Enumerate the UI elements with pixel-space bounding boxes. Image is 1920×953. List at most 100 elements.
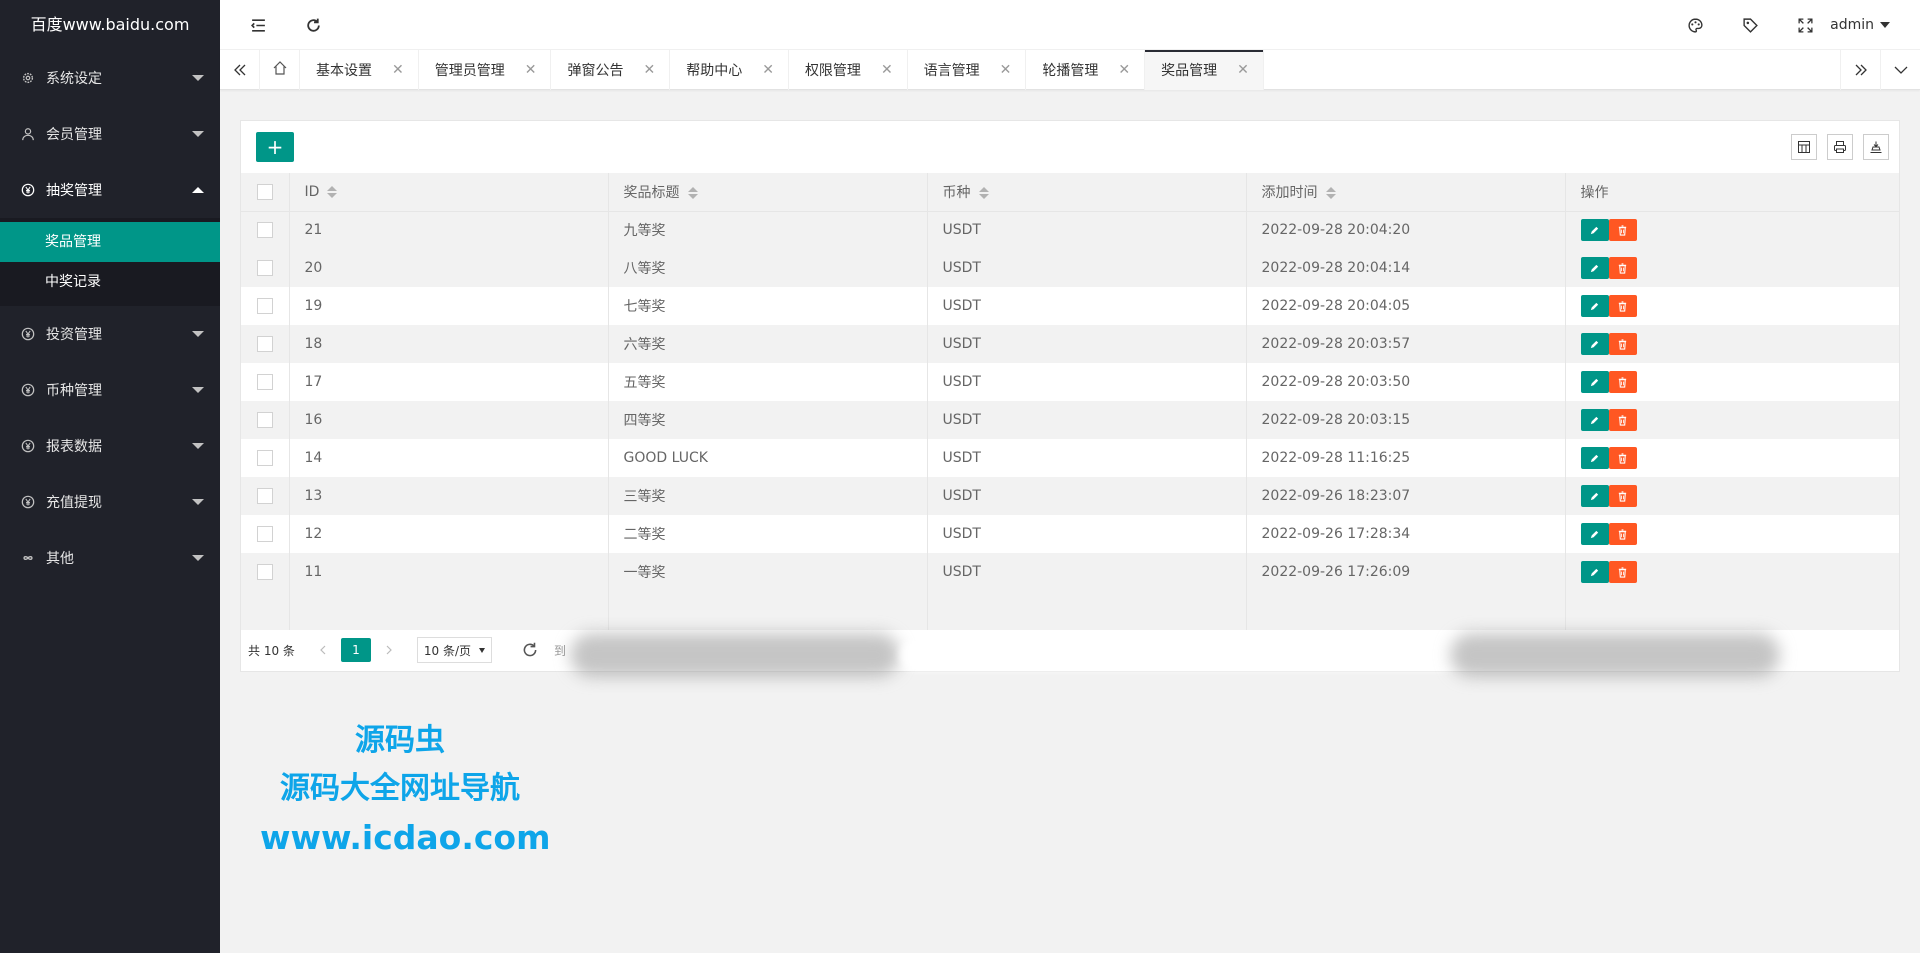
table-row[interactable]: 19 七等奖 USDT 2022-09-28 20:04:05 bbox=[241, 287, 1900, 325]
edit-button[interactable] bbox=[1580, 485, 1609, 507]
logo[interactable]: 百度www.baidu.com bbox=[0, 0, 220, 50]
delete-button[interactable] bbox=[1608, 561, 1637, 583]
table-row[interactable]: 18 六等奖 USDT 2022-09-28 20:03:57 bbox=[241, 325, 1900, 363]
delete-button[interactable] bbox=[1608, 219, 1637, 242]
table-row[interactable]: 16 四等奖 USDT 2022-09-28 20:03:15 bbox=[241, 401, 1900, 439]
table-row[interactable]: 13 三等奖 USDT 2022-09-26 18:23:07 bbox=[241, 477, 1900, 515]
table-row[interactable]: 20 八等奖 USDT 2022-09-28 20:04:14 bbox=[241, 249, 1900, 287]
tab-carousel[interactable]: 轮播管理 ✕ bbox=[1026, 50, 1146, 90]
close-icon[interactable]: ✕ bbox=[881, 62, 893, 78]
chevron-down-icon[interactable] bbox=[1880, 50, 1920, 90]
close-icon[interactable]: ✕ bbox=[643, 62, 655, 78]
row-select-cell bbox=[241, 553, 290, 591]
delete-button[interactable] bbox=[1608, 447, 1637, 469]
row-checkbox[interactable] bbox=[256, 298, 273, 314]
delete-button[interactable] bbox=[1608, 257, 1637, 279]
sidebar-subitem-winning-records[interactable]: 中奖记录 bbox=[0, 262, 220, 302]
select-all-checkbox[interactable] bbox=[256, 183, 273, 200]
tab-permissions[interactable]: 权限管理 ✕ bbox=[789, 50, 908, 90]
tab-basic-settings[interactable]: 基本设置 ✕ bbox=[300, 50, 419, 90]
delete-button[interactable] bbox=[1608, 333, 1637, 355]
chevron-down-icon bbox=[192, 499, 204, 505]
row-checkbox[interactable] bbox=[256, 412, 273, 428]
tag-icon[interactable] bbox=[1725, 0, 1775, 50]
edit-button[interactable] bbox=[1580, 333, 1609, 355]
close-icon[interactable]: ✕ bbox=[1118, 62, 1130, 78]
edit-button[interactable] bbox=[1580, 219, 1609, 242]
delete-button[interactable] bbox=[1608, 409, 1637, 431]
sidebar-item-reports[interactable]: 报表数据 bbox=[0, 418, 220, 474]
cell-time: 2022-09-28 20:03:50 bbox=[1246, 363, 1566, 401]
prev-page-icon[interactable] bbox=[311, 638, 335, 662]
close-icon[interactable]: ✕ bbox=[1000, 62, 1012, 78]
delete-button[interactable] bbox=[1608, 371, 1637, 393]
sidebar-item-lottery[interactable]: 抽奖管理 bbox=[0, 162, 220, 218]
table-row[interactable]: 11 一等奖 USDT 2022-09-26 17:26:09 bbox=[241, 553, 1900, 591]
edit-button[interactable] bbox=[1580, 561, 1609, 583]
close-icon[interactable]: ✕ bbox=[392, 62, 404, 78]
row-checkbox[interactable] bbox=[256, 526, 273, 542]
table-row[interactable]: 14 GOOD LUCK USDT 2022-09-28 11:16:25 bbox=[241, 439, 1900, 477]
row-checkbox[interactable] bbox=[256, 450, 273, 466]
tab-help-center[interactable]: 帮助中心 ✕ bbox=[670, 50, 789, 90]
user-menu[interactable]: admin bbox=[1830, 0, 1890, 50]
refresh-icon[interactable] bbox=[288, 0, 338, 50]
page-number-current[interactable]: 1 bbox=[340, 638, 371, 662]
print-icon[interactable] bbox=[1827, 134, 1853, 160]
delete-button[interactable] bbox=[1608, 295, 1637, 317]
close-icon[interactable]: ✕ bbox=[762, 62, 774, 78]
next-page-icon[interactable] bbox=[377, 638, 401, 662]
columns-filter-icon[interactable] bbox=[1791, 134, 1817, 160]
edit-button[interactable] bbox=[1580, 523, 1609, 545]
fullscreen-icon[interactable] bbox=[1780, 0, 1830, 50]
sidebar-subitem-prizes[interactable]: 奖品管理 bbox=[0, 222, 220, 262]
edit-button[interactable] bbox=[1580, 295, 1609, 317]
double-chevron-right-icon[interactable] bbox=[1840, 50, 1880, 90]
close-icon[interactable]: ✕ bbox=[525, 62, 537, 78]
add-button[interactable]: + bbox=[256, 132, 294, 162]
sidebar-item-deposit-withdraw[interactable]: 充值提现 bbox=[0, 474, 220, 530]
row-checkbox[interactable] bbox=[256, 564, 273, 580]
row-checkbox[interactable] bbox=[256, 222, 273, 239]
sort-icon[interactable] bbox=[327, 185, 338, 199]
tab-prizes[interactable]: 奖品管理 ✕ bbox=[1145, 50, 1264, 90]
table-row[interactable]: 12 二等奖 USDT 2022-09-26 17:28:34 bbox=[241, 515, 1900, 553]
sort-icon[interactable] bbox=[1325, 186, 1336, 200]
menu-fold-icon[interactable] bbox=[233, 0, 283, 50]
column-header-time[interactable]: 添加时间 bbox=[1246, 173, 1566, 212]
refresh-icon[interactable] bbox=[520, 640, 540, 660]
sidebar-item-label: 抽奖管理 bbox=[46, 183, 102, 199]
edit-button[interactable] bbox=[1580, 371, 1609, 393]
row-checkbox[interactable] bbox=[256, 374, 273, 390]
sort-icon[interactable] bbox=[687, 186, 698, 200]
column-header-id[interactable]: ID bbox=[289, 173, 609, 212]
table-row[interactable]: 21 九等奖 USDT 2022-09-28 20:04:20 bbox=[241, 211, 1900, 249]
edit-button[interactable] bbox=[1580, 409, 1609, 431]
page-size-select[interactable]: 10 条/页 bbox=[416, 637, 493, 663]
cell-title: 五等奖 bbox=[608, 363, 928, 401]
column-header-title[interactable]: 奖品标题 bbox=[608, 173, 928, 212]
tab-popup-notice[interactable]: 弹窗公告 ✕ bbox=[551, 50, 671, 90]
close-icon[interactable]: ✕ bbox=[1237, 62, 1249, 78]
row-checkbox[interactable] bbox=[256, 488, 273, 504]
sidebar-item-currency[interactable]: 币种管理 bbox=[0, 362, 220, 418]
sort-icon[interactable] bbox=[978, 186, 989, 200]
column-header-currency[interactable]: 币种 bbox=[927, 173, 1247, 212]
tab-admin-management[interactable]: 管理员管理 ✕ bbox=[419, 50, 552, 90]
sidebar-item-investment[interactable]: 投资管理 bbox=[0, 306, 220, 362]
tab-language[interactable]: 语言管理 ✕ bbox=[908, 50, 1027, 90]
edit-button[interactable] bbox=[1580, 257, 1609, 279]
sidebar-item-system-settings[interactable]: 系统设定 bbox=[0, 50, 220, 106]
export-icon[interactable] bbox=[1863, 134, 1889, 160]
sidebar-item-members[interactable]: 会员管理 bbox=[0, 106, 220, 162]
table-row[interactable]: 17 五等奖 USDT 2022-09-28 20:03:50 bbox=[241, 363, 1900, 401]
double-chevron-left-icon[interactable] bbox=[220, 50, 260, 90]
tab-home[interactable] bbox=[260, 50, 300, 90]
delete-button[interactable] bbox=[1608, 523, 1637, 545]
delete-button[interactable] bbox=[1608, 485, 1637, 507]
edit-button[interactable] bbox=[1580, 447, 1609, 469]
palette-icon[interactable] bbox=[1670, 0, 1720, 50]
row-checkbox[interactable] bbox=[256, 336, 273, 352]
sidebar-item-other[interactable]: 其他 bbox=[0, 530, 220, 586]
row-checkbox[interactable] bbox=[256, 260, 273, 276]
